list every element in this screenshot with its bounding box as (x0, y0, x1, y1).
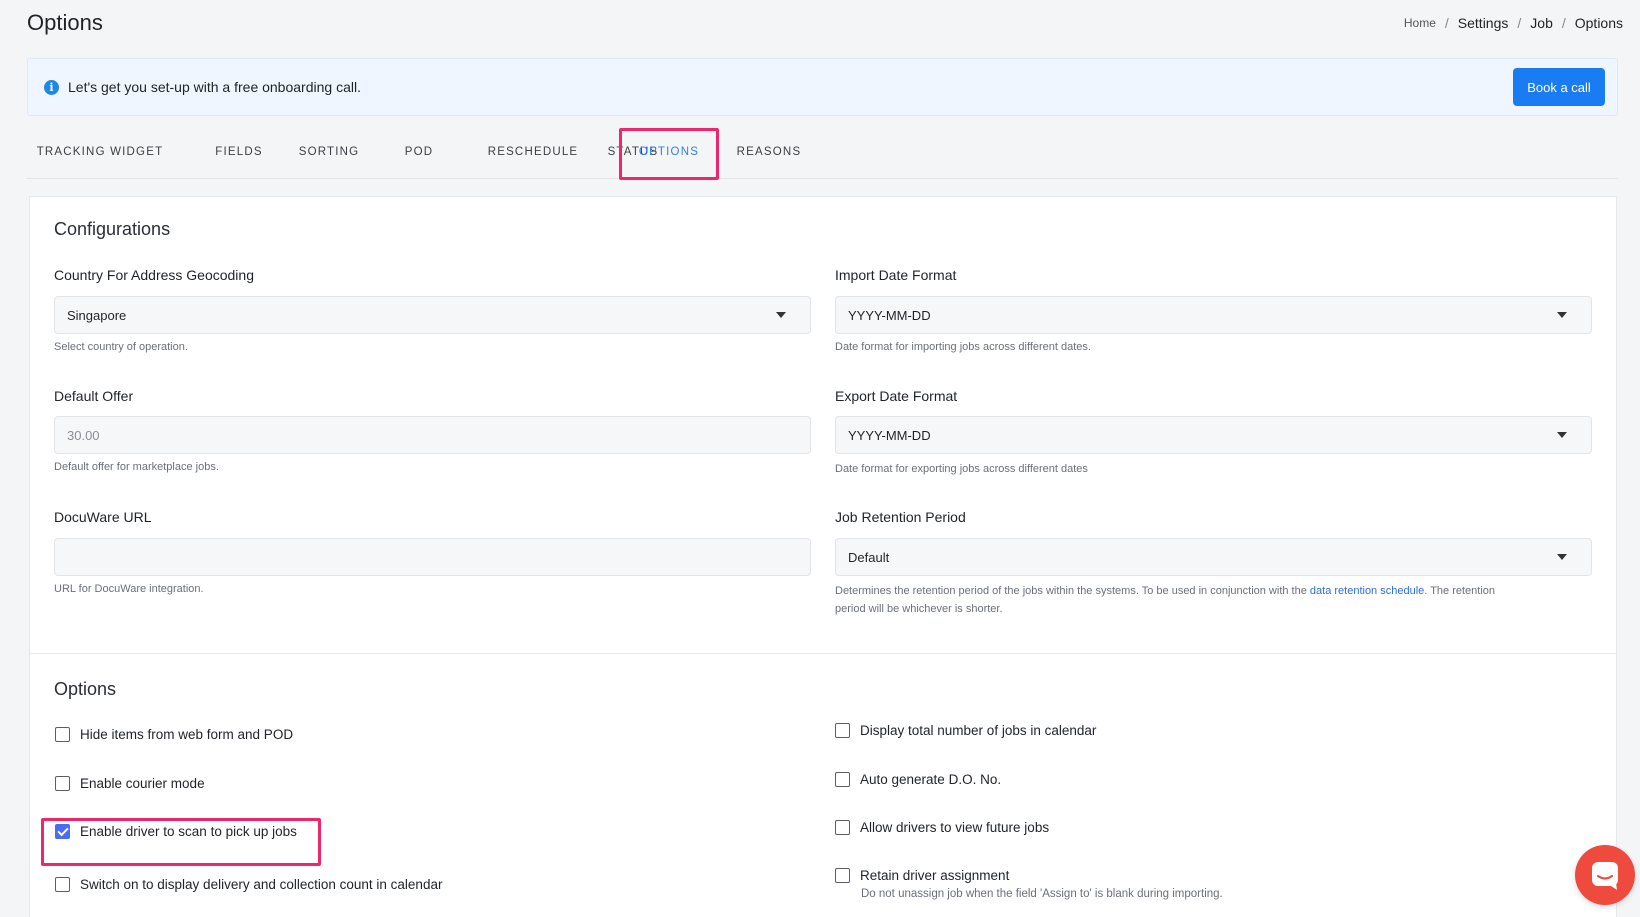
settings-card: Configurations Country For Address Geoco… (29, 196, 1617, 917)
docuware-label: DocuWare URL (54, 509, 152, 525)
breadcrumb-job[interactable]: Job (1530, 15, 1553, 31)
option-label: Hide items from web form and POD (80, 727, 294, 742)
retention-help-text-end: . The retention (1424, 585, 1496, 597)
breadcrumb-separator: / (1444, 15, 1449, 31)
country-value: Singapore (67, 307, 127, 323)
retention-help-text: Determines the retention period of the j… (835, 585, 1310, 597)
options-title: Options (54, 679, 117, 699)
chevron-down-icon (1557, 554, 1567, 560)
option-label: Switch on to display delivery and collec… (80, 877, 443, 892)
section-divider (30, 653, 1616, 654)
settings-tabs: TRACKING WIDGET FIELDS SORTING POD RESCH… (27, 126, 1618, 179)
checkbox[interactable] (835, 868, 850, 883)
option-delivery-count[interactable]: Switch on to display delivery and collec… (55, 877, 442, 892)
option-hide-items[interactable]: Hide items from web form and POD (55, 727, 293, 742)
option-future-jobs[interactable]: Allow drivers to view future jobs (835, 820, 1049, 835)
configurations-title: Configurations (54, 219, 171, 239)
default-offer-placeholder: 30.00 (67, 427, 100, 443)
page-title: Options (27, 10, 103, 35)
import-date-select[interactable]: YYYY-MM-DD (835, 296, 1592, 334)
country-help: Select country of operation. (54, 341, 188, 353)
option-label: Display total number of jobs in calendar (860, 723, 1097, 738)
default-offer-help: Default offer for marketplace jobs. (54, 461, 219, 473)
chat-icon (1592, 862, 1618, 890)
tab-options[interactable]: OPTIONS (619, 126, 719, 178)
import-date-help: Date format for importing jobs across di… (835, 341, 1091, 353)
export-date-value: YYYY-MM-DD (848, 427, 931, 443)
import-date-value: YYYY-MM-DD (848, 307, 931, 323)
chat-launcher-button[interactable] (1575, 845, 1635, 905)
breadcrumb-separator: / (1517, 15, 1522, 31)
banner-text: Let's get you set-up with a free onboard… (68, 79, 361, 95)
option-label: Retain driver assignment (860, 868, 1010, 883)
retain-driver-help: Do not unassign job when the field 'Assi… (861, 888, 1223, 900)
checkbox[interactable] (835, 723, 850, 738)
option-auto-do[interactable]: Auto generate D.O. No. (835, 772, 1001, 787)
country-label: Country For Address Geocoding (54, 267, 254, 283)
tab-reschedule[interactable]: RESCHEDULE (461, 126, 605, 178)
retention-help: Determines the retention period of the j… (835, 582, 1595, 618)
option-label: Enable driver to scan to pick up jobs (80, 824, 297, 839)
tab-sorting[interactable]: SORTING (281, 126, 377, 178)
breadcrumb-home[interactable]: Home (1404, 16, 1436, 30)
breadcrumb-settings[interactable]: Settings (1458, 15, 1509, 31)
chevron-down-icon (1557, 432, 1567, 438)
export-date-select[interactable]: YYYY-MM-DD (835, 416, 1592, 454)
export-date-label: Export Date Format (835, 388, 958, 404)
checkbox[interactable] (55, 877, 70, 892)
docuware-help: URL for DocuWare integration. (54, 583, 204, 595)
retention-help-line2: period will be whichever is shorter. (835, 603, 1003, 615)
option-retain-driver[interactable]: Retain driver assignment (835, 868, 1009, 883)
checkbox[interactable] (55, 727, 70, 742)
page-header: Options Home / Settings / Job / Options (27, 8, 1623, 38)
country-select[interactable]: Singapore (54, 296, 811, 334)
option-driver-scan[interactable]: Enable driver to scan to pick up jobs (55, 824, 297, 839)
tab-fields[interactable]: FIELDS (197, 126, 281, 178)
breadcrumb: Home / Settings / Job / Options (1404, 15, 1623, 31)
tab-tracking-widget[interactable]: TRACKING WIDGET (27, 126, 173, 178)
retention-value: Default (848, 549, 890, 565)
option-label: Auto generate D.O. No. (860, 772, 1002, 787)
import-date-label: Import Date Format (835, 267, 957, 283)
breadcrumb-separator: / (1561, 15, 1566, 31)
data-retention-link[interactable]: data retention schedule (1310, 585, 1424, 597)
book-a-call-button[interactable]: Book a call (1513, 68, 1605, 106)
chevron-down-icon (1557, 312, 1567, 318)
default-offer-input[interactable]: 30.00 (54, 416, 811, 454)
info-icon: i (44, 79, 59, 95)
checkbox[interactable] (55, 776, 70, 791)
option-label: Allow drivers to view future jobs (860, 820, 1050, 835)
tab-pod[interactable]: POD (377, 126, 461, 178)
option-total-jobs[interactable]: Display total number of jobs in calendar (835, 723, 1096, 738)
checkbox[interactable] (835, 820, 850, 835)
breadcrumb-options: Options (1574, 15, 1623, 31)
docuware-url-input[interactable] (54, 538, 811, 576)
retention-label: Job Retention Period (835, 509, 966, 525)
checkbox[interactable] (835, 772, 850, 787)
default-offer-label: Default Offer (54, 388, 134, 404)
checkbox-checked[interactable] (55, 824, 70, 839)
option-courier-mode[interactable]: Enable courier mode (55, 776, 205, 791)
onboarding-banner: i Let's get you set-up with a free onboa… (27, 58, 1618, 116)
option-label: Enable courier mode (80, 776, 205, 791)
export-date-help: Date format for exporting jobs across di… (835, 463, 1088, 475)
chevron-down-icon (776, 312, 786, 318)
retention-select[interactable]: Default (835, 538, 1592, 576)
tab-reasons[interactable]: REASONS (719, 126, 819, 178)
